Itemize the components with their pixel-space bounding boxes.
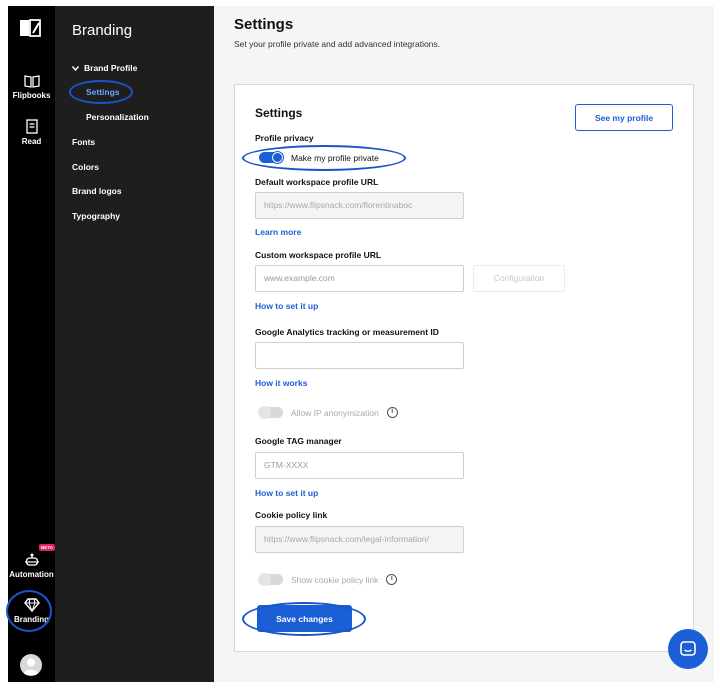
nav-group-brand-profile[interactable]: Brand Profile [72,63,137,73]
nav-group-label: Brand Profile [84,63,138,73]
how-to-set-up-link[interactable]: How to set it up [255,301,318,311]
icon-rail: Flipbooks Read BETA Automation Branding [8,6,55,682]
page-header: Settings Set your profile private and ad… [214,6,714,64]
toggle-knob [271,151,284,164]
cookie-policy-input: https://www.flipsnack.com/legal-informat… [255,526,464,553]
how-to-set-up-link-2[interactable]: How to set it up [255,488,318,498]
rail-item-branding[interactable]: Branding [8,598,55,624]
info-icon[interactable]: i [386,407,398,418]
ip-anonymization-label: Allow IP anonymization [291,407,379,418]
see-profile-button[interactable]: See my profile [575,104,673,131]
chevron-down-icon [72,65,79,71]
ga-input[interactable] [255,342,464,369]
ga-label: Google Analytics tracking or measurement… [255,327,439,337]
nav-item-fonts[interactable]: Fonts [72,137,95,147]
custom-url-input[interactable]: www.example.com [255,265,464,292]
gtm-input[interactable]: GTM-XXXX [255,452,464,479]
chat-support-button[interactable] [668,629,708,669]
toggle-knob [258,573,271,586]
branding-nav: Branding Brand Profile Settings Personal… [55,6,214,682]
toggle-knob [258,406,271,419]
cookie-policy-label: Cookie policy link [255,510,328,520]
page-title: Settings [234,16,294,33]
user-avatar[interactable] [20,654,42,676]
privacy-toggle-label: Make my profile private [291,152,379,163]
show-cookie-label: Show cookie policy link [291,574,379,585]
save-changes-button[interactable]: Save changes [257,605,352,632]
nav-sub-settings[interactable]: Settings [86,87,120,97]
gtm-label: Google TAG manager [255,436,342,446]
rail-item-automation[interactable]: Automation [8,552,55,579]
flipsnack-logo[interactable] [19,18,41,38]
how-it-works-link[interactable]: How it works [255,378,307,388]
ip-anonymization-toggle[interactable] [258,406,283,419]
book-open-icon [23,75,40,88]
rail-label-flipbooks: Flipbooks [12,91,51,100]
custom-url-label: Custom workspace profile URL [255,250,382,260]
user-icon [23,658,39,675]
rail-label-read: Read [21,137,42,146]
ip-anonymization-row: Allow IP anonymization i [258,406,398,419]
beta-badge: BETA [39,544,55,551]
configuration-button[interactable]: Configuration [473,265,565,292]
nav-item-typography[interactable]: Typography [72,211,120,221]
nav-item-colors[interactable]: Colors [72,162,99,172]
rail-item-read[interactable]: Read [8,119,55,146]
diamond-icon [23,598,40,612]
document-icon [25,119,38,134]
rail-label-automation: Automation [9,570,54,579]
app-window: Flipbooks Read BETA Automation Branding … [0,0,720,688]
card-title: Settings [255,106,303,120]
info-icon[interactable]: i [386,574,398,585]
learn-more-link[interactable]: Learn more [255,227,301,237]
show-cookie-toggle[interactable] [258,573,283,586]
rail-item-flipbooks[interactable]: Flipbooks [8,74,55,100]
chat-icon [680,641,696,656]
nav-sub-personalization[interactable]: Personalization [86,112,149,122]
privacy-toggle-row: Make my profile private [259,151,379,164]
rail-label-branding: Branding [13,615,50,624]
show-cookie-row: Show cookie policy link i [258,573,398,586]
privacy-toggle[interactable] [259,151,284,164]
profile-privacy-label: Profile privacy [255,133,314,143]
nav-item-brand-logos[interactable]: Brand logos [72,186,122,196]
page-subtitle: Set your profile private and add advance… [234,39,441,49]
robot-icon [24,553,39,566]
default-url-label: Default workspace profile URL [255,177,379,187]
default-url-field: https://www.flipsnack.com/florentinaboc [255,192,464,219]
settings-card: Settings See my profile Profile privacy … [234,84,694,652]
nav-title: Branding [72,22,133,39]
